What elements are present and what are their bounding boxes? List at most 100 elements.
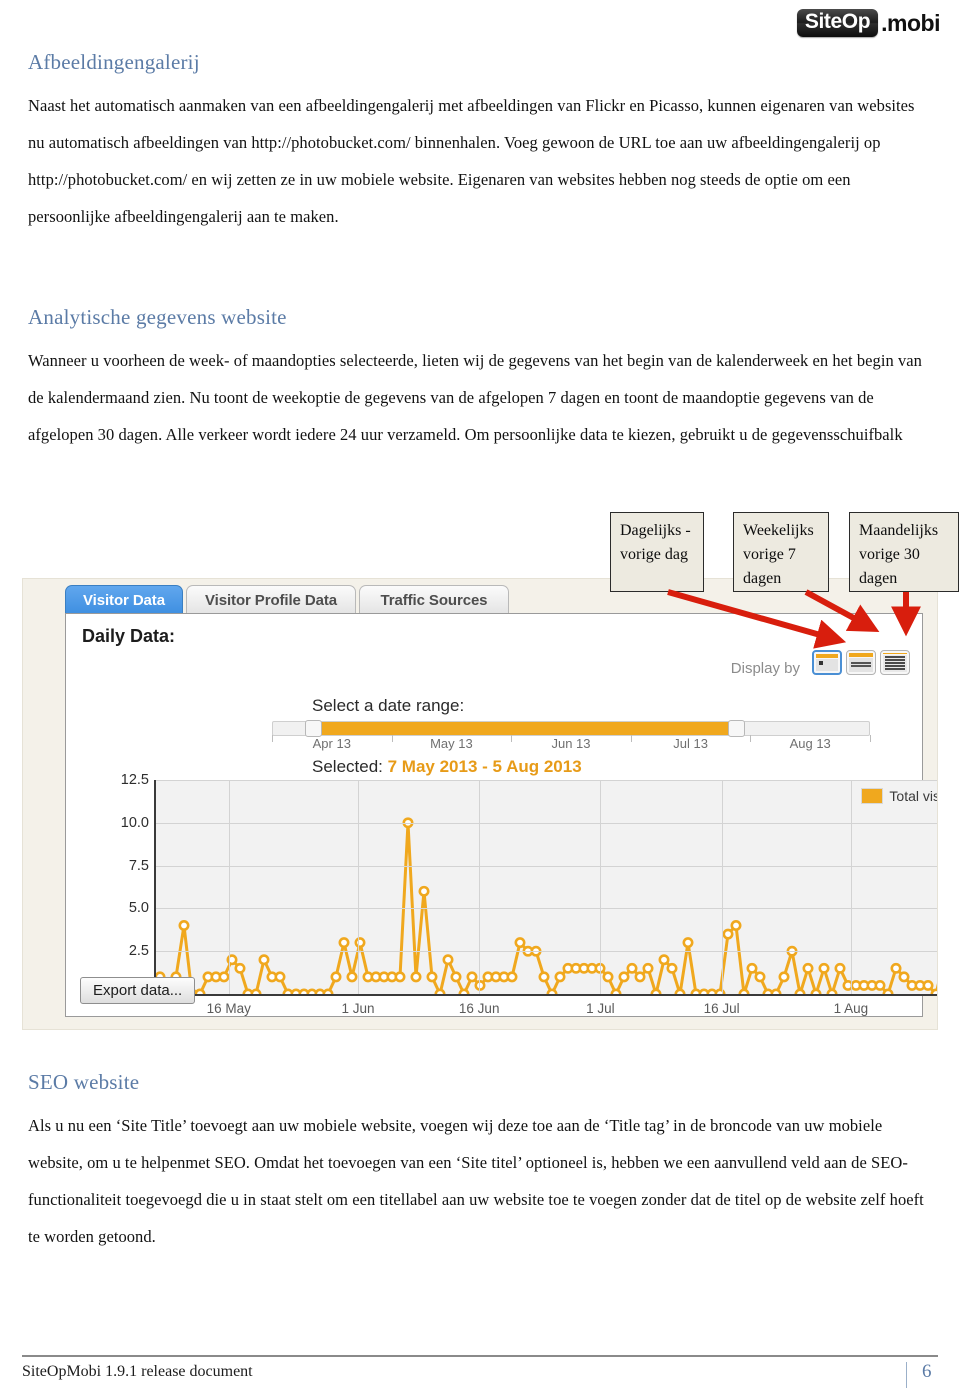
slider-tick-mark: [272, 735, 273, 742]
chart-data-point: [652, 990, 660, 994]
legend-label-total-visits: Total visits: [889, 788, 937, 804]
heading-image-gallery: Afbeeldingengalerij: [28, 50, 200, 74]
chart-data-point: [548, 990, 556, 994]
chart-data-point: [836, 964, 844, 972]
heading-website-analytics: Analytische gegevens website: [28, 305, 287, 329]
chart-data-point: [772, 990, 780, 994]
display-daily-button[interactable]: [812, 650, 842, 675]
chart-data-point: [196, 990, 204, 994]
display-monthly-button[interactable]: [880, 650, 910, 675]
legend-swatch-total-visits: [861, 788, 884, 804]
callout-monthly: Maandelijks vorige 30 dagen: [849, 512, 959, 592]
chart-data-point: [812, 990, 820, 994]
chart-data-point: [796, 990, 804, 994]
chart-data-point: [396, 973, 404, 981]
chart-x-tick-label: 1 Jul: [586, 1001, 615, 1016]
chart-data-point: [756, 973, 764, 981]
display-daily-body-icon: [816, 659, 838, 671]
chart-data-point: [884, 990, 892, 994]
chart-data-point: [220, 973, 228, 981]
chart-gridline: [156, 780, 937, 781]
display-mode-group: [812, 650, 910, 675]
selected-prefix: Selected:: [312, 757, 383, 776]
tab-visitor-data[interactable]: Visitor Data: [65, 585, 183, 615]
chart-data-point: [516, 938, 524, 946]
chart-data-point: [468, 973, 476, 981]
slider-tick-labels: Apr 13 May 13 Jun 13 Jul 13 Aug 13: [272, 735, 871, 754]
tab-traffic-sources[interactable]: Traffic Sources: [359, 585, 509, 615]
chart-data-point: [748, 964, 756, 972]
date-range-slider[interactable]: [272, 720, 870, 737]
chart-data-point: [636, 973, 644, 981]
paragraph-website-analytics: Wanneer u voorheen de week- of maandopti…: [28, 351, 922, 444]
paragraph-seo-website: Als u nu een ‘Site Title’ toevoegt aan u…: [28, 1116, 924, 1246]
display-weekly-bar-icon: [849, 653, 873, 657]
chart-legend: Total visits: [861, 788, 937, 804]
display-weekly-button[interactable]: [846, 650, 876, 675]
date-range-label: Select a date range:: [312, 696, 465, 715]
section-image-gallery: Afbeeldingengalerij Naast het automatisc…: [28, 50, 930, 235]
chart-data-point: [236, 964, 244, 972]
chart-vertical-gridline: [721, 780, 723, 994]
chart-data-point: [804, 964, 812, 972]
slider-tick-mark: [391, 735, 393, 742]
callout-weekly: Weekelijks vorige 7 dagen: [733, 512, 829, 592]
selected-range-value: 7 May 2013 - 5 Aug 2013: [387, 757, 582, 776]
selected-range-line: Selected: 7 May 2013 - 5 Aug 2013: [312, 757, 582, 777]
chart-data-point: [412, 973, 420, 981]
chart-y-tick-label: 5.0: [128, 900, 149, 917]
logo-mark: SiteOp: [796, 9, 879, 37]
slider-tick-label: Apr 13: [312, 736, 351, 751]
footer-separator: [906, 1362, 907, 1388]
chart-vertical-gridline: [228, 780, 230, 994]
slider-tick-mark: [750, 735, 752, 742]
chart-data-point: [876, 981, 884, 989]
chart-data-point: [324, 990, 332, 994]
chart-vertical-gridline: [600, 780, 602, 994]
chart-data-point: [900, 973, 908, 981]
chart-data-point: [180, 921, 188, 929]
footer-page-number: 6: [922, 1361, 932, 1382]
callout-daily: Dagelijks - vorige dag: [610, 512, 704, 592]
visits-line-chart: Total visits 0.02.55.07.510.012.516 May1…: [121, 772, 937, 1016]
display-monthly-lines-icon: [883, 655, 907, 672]
chart-y-tick-label: 2.5: [128, 943, 149, 960]
chart-gridline: [156, 951, 937, 953]
chart-x-tick-label: 1 Jun: [341, 1001, 375, 1016]
chart-data-point: [932, 990, 937, 994]
chart-data-point: [668, 964, 676, 972]
chart-data-point: [260, 956, 268, 964]
chart-data-point: [428, 973, 436, 981]
chart-data-point: [732, 921, 740, 929]
chart-data-point: [420, 887, 428, 895]
display-by-label: Display by: [730, 660, 800, 677]
display-monthly-bar-icon: [883, 653, 907, 655]
heading-seo-website: SEO website: [28, 1070, 140, 1094]
chart-y-tick-label: 10.0: [120, 814, 149, 831]
chart-x-tick-label: 16 Jul: [703, 1001, 740, 1016]
chart-data-point: [724, 930, 732, 938]
chart-data-point: [508, 973, 516, 981]
analytics-screenshot: Visitor Data Visitor Profile Data Traffi…: [22, 578, 938, 1030]
chart-data-point: [676, 990, 684, 994]
slider-tick-mark: [630, 735, 632, 742]
chart-data-point: [820, 964, 828, 972]
export-data-button[interactable]: Export data...: [80, 977, 196, 1004]
chart-gridline: [156, 822, 937, 824]
brand-logo: SiteOp .mobi: [796, 8, 940, 38]
tab-visitor-profile-data[interactable]: Visitor Profile Data: [186, 585, 356, 615]
chart-data-point: [612, 990, 620, 994]
slider-handle-start[interactable]: [305, 720, 322, 737]
slider-handle-end[interactable]: [728, 720, 745, 737]
chart-vertical-gridline: [358, 780, 359, 994]
chart-data-point: [604, 973, 612, 981]
chart-data-point: [276, 973, 284, 981]
chart-data-point: [620, 973, 628, 981]
chart-data-point: [444, 956, 452, 964]
chart-data-point: [628, 964, 636, 972]
chart-data-point: [740, 990, 748, 994]
footer-divider: [22, 1355, 938, 1357]
chart-gridline: [156, 865, 937, 867]
chart-data-point: [924, 981, 932, 989]
panel-title: Daily Data:: [82, 626, 176, 646]
